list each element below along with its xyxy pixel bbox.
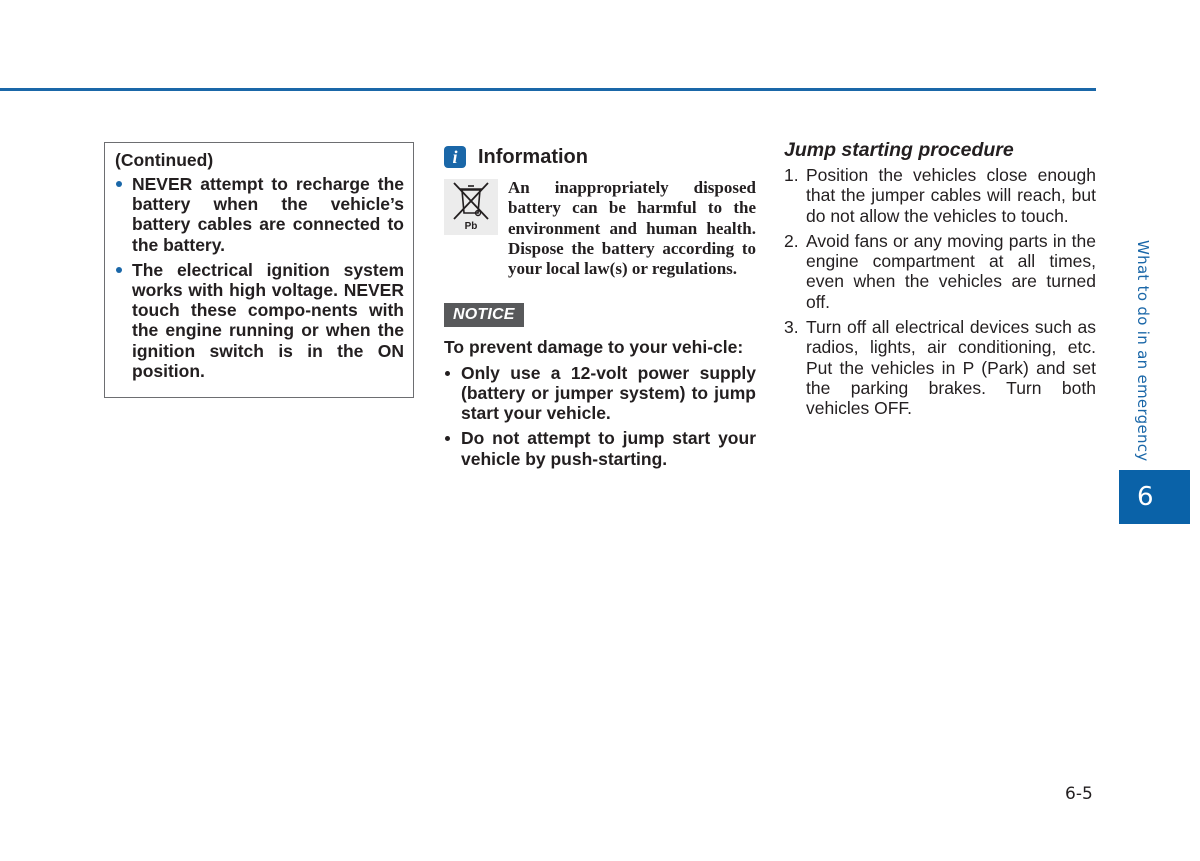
bullet-icon	[445, 370, 450, 376]
warning-list: NEVER attempt to recharge the battery wh…	[115, 174, 404, 381]
information-heading: i Information	[444, 144, 756, 170]
procedure-title: Jump starting procedure	[784, 139, 1014, 161]
lead-symbol-label: Pb	[464, 221, 478, 232]
information-column: i Information Pb An inappropriately disp…	[444, 144, 756, 474]
information-text: An inappropriately disposed battery can …	[508, 178, 756, 279]
warning-continued-heading: (Continued)	[115, 150, 214, 170]
notice-list: Only use a 12-volt power supply (battery…	[444, 363, 756, 469]
information-body: Pb An inappropriately disposed battery c…	[444, 178, 756, 279]
bullet-icon	[116, 266, 122, 273]
header-rule	[0, 88, 1096, 91]
info-icon: i	[444, 146, 466, 168]
chapter-number: 6	[1137, 482, 1154, 512]
procedure-step: 1. Position the vehicles close enough tha…	[784, 165, 1096, 226]
bullet-icon	[116, 181, 122, 187]
chapter-tab[interactable]: 6	[1119, 470, 1190, 524]
procedure-steps: 1. Position the vehicles close enough tha…	[784, 165, 1096, 419]
warning-item: NEVER attempt to recharge the battery wh…	[115, 174, 404, 255]
warning-continued-box: (Continued) NEVER attempt to recharge th…	[104, 142, 414, 398]
notice-badge: NOTICE	[444, 303, 524, 328]
notice-item: Do not attempt to jump start your vehicl…	[444, 428, 756, 469]
section-label: What to do in an emergency	[1134, 240, 1152, 462]
information-title: Information	[478, 145, 588, 168]
notice-lead: To prevent damage to your vehi-cle:	[444, 337, 744, 358]
warning-item: The electrical ignition system works wit…	[115, 260, 404, 381]
notice-item: Only use a 12-volt power supply (battery…	[444, 363, 756, 424]
procedure-step: 2. Avoid fans or any moving parts in the …	[784, 230, 1096, 312]
crossed-out-bin-icon: Pb	[444, 179, 498, 235]
procedure-column: Jump starting procedure 1. Position the v…	[784, 138, 1096, 424]
bullet-icon	[445, 436, 450, 442]
procedure-step: 3. Turn off all electrical devices such a…	[784, 317, 1096, 419]
page-number: 6-5	[1065, 784, 1093, 804]
